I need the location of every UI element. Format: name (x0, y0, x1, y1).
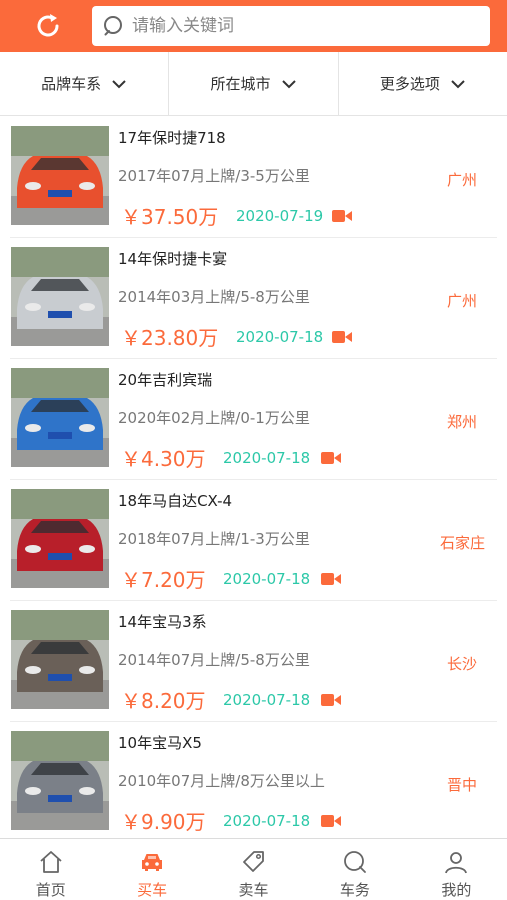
video-icon (332, 331, 352, 343)
tab-home[interactable]: 首页 (0, 839, 101, 900)
car-photo (11, 731, 109, 830)
list-item[interactable]: 18年马自达CX-4 2018年07月上牌/1-3万公里 石家庄 ￥7.20万 … (0, 480, 507, 601)
car-icon (142, 854, 163, 871)
car-title: 17年保时捷718 (118, 129, 226, 147)
post-date: 2020-07-18 (223, 812, 311, 830)
car-photo (11, 368, 109, 467)
filter-label: 更多选项 (379, 75, 440, 93)
car-info: 2014年03月上牌/5-8万公里 (118, 288, 310, 306)
list-item[interactable]: 10年宝马X5 2010年07月上牌/8万公里以上 晋中 ￥9.90万 2020… (0, 722, 507, 843)
tab-label: 车务 (339, 881, 370, 899)
tab-label: 买车 (137, 881, 168, 899)
filter-more[interactable]: 更多选项 (339, 52, 507, 115)
video-icon (321, 815, 341, 827)
tab-profile[interactable]: 我的 (406, 839, 507, 900)
car-city: 长沙 (446, 655, 477, 673)
car-city: 晋中 (446, 776, 477, 794)
home-icon (40, 851, 62, 873)
car-city: 广州 (446, 171, 477, 189)
car-info: 2010年07月上牌/8万公里以上 (118, 772, 325, 790)
car-title: 14年宝马3系 (118, 613, 207, 631)
filter-city[interactable]: 所在城市 (169, 52, 339, 115)
post-date: 2020-07-18 (223, 570, 311, 588)
tab-label: 我的 (441, 881, 472, 899)
video-icon (332, 210, 352, 222)
post-date: 2020-07-19 (236, 207, 324, 225)
car-title: 18年马自达CX-4 (118, 492, 233, 510)
bottom-tab-bar: 首页 买车 卖车 车务 我的 (0, 838, 507, 900)
car-city: 石家庄 (439, 534, 485, 552)
car-photo (11, 247, 109, 346)
car-city: 广州 (446, 292, 477, 310)
post-date: 2020-07-18 (236, 328, 324, 346)
post-date: 2020-07-18 (223, 691, 311, 709)
list-item[interactable]: 14年宝马3系 2014年07月上牌/5-8万公里 长沙 ￥8.20万 2020… (0, 601, 507, 722)
car-info: 2018年07月上牌/1-3万公里 (118, 530, 310, 548)
search-box[interactable]: 请输入关键词 (92, 6, 490, 46)
video-icon (321, 694, 341, 706)
car-price: ￥7.20万 (121, 568, 206, 592)
filter-label: 所在城市 (210, 75, 271, 93)
car-price: ￥9.90万 (121, 810, 206, 834)
refresh-button[interactable] (30, 8, 66, 44)
car-title: 14年保时捷卡宴 (118, 250, 228, 268)
car-photo (11, 489, 109, 588)
car-info: 2014年07月上牌/5-8万公里 (118, 651, 310, 669)
tab-sell-car[interactable]: 卖车 (203, 839, 304, 900)
tag-icon (242, 851, 264, 872)
tab-label: 首页 (35, 881, 66, 899)
car-info: 2020年02月上牌/0-1万公里 (118, 409, 310, 427)
list-item[interactable]: 17年保时捷718 2017年07月上牌/3-5万公里 广州 ￥37.50万 2… (0, 117, 507, 238)
video-icon (321, 452, 341, 464)
filter-bar: 品牌车系 所在城市 更多选项 (0, 52, 507, 116)
list-item[interactable]: 20年吉利宾瑞 2020年02月上牌/0-1万公里 郑州 ￥4.30万 2020… (0, 359, 507, 480)
tab-buy-car[interactable]: 买车 (101, 839, 202, 900)
chevron-down-icon (281, 79, 296, 88)
search-icon (104, 16, 122, 36)
top-header: 请输入关键词 (0, 0, 507, 52)
car-title: 20年吉利宾瑞 (118, 371, 213, 389)
chevron-down-icon (451, 79, 465, 88)
list-item[interactable]: 14年保时捷卡宴 2014年03月上牌/5-8万公里 广州 ￥23.80万 20… (0, 238, 507, 359)
tab-label: 卖车 (238, 881, 269, 899)
service-icon (344, 851, 366, 873)
car-info: 2017年07月上牌/3-5万公里 (118, 167, 310, 185)
user-icon (445, 852, 468, 874)
search-placeholder: 请输入关键词 (132, 16, 234, 36)
chevron-down-icon (112, 79, 126, 88)
car-photo (11, 126, 109, 225)
refresh-icon (37, 14, 59, 37)
filter-brand[interactable]: 品牌车系 (0, 52, 170, 115)
car-price: ￥4.30万 (121, 447, 206, 471)
car-price: ￥8.20万 (121, 689, 206, 713)
tab-car-service[interactable]: 车务 (304, 839, 405, 900)
video-icon (321, 573, 341, 585)
filter-label: 品牌车系 (41, 75, 102, 93)
car-title: 10年宝马X5 (118, 734, 202, 752)
car-listing: 17年保时捷718 2017年07月上牌/3-5万公里 广州 ￥37.50万 2… (0, 117, 507, 843)
car-price: ￥37.50万 (121, 205, 219, 229)
car-price: ￥23.80万 (121, 326, 219, 350)
post-date: 2020-07-18 (223, 449, 311, 467)
car-photo (11, 610, 109, 709)
car-city: 郑州 (446, 413, 477, 431)
